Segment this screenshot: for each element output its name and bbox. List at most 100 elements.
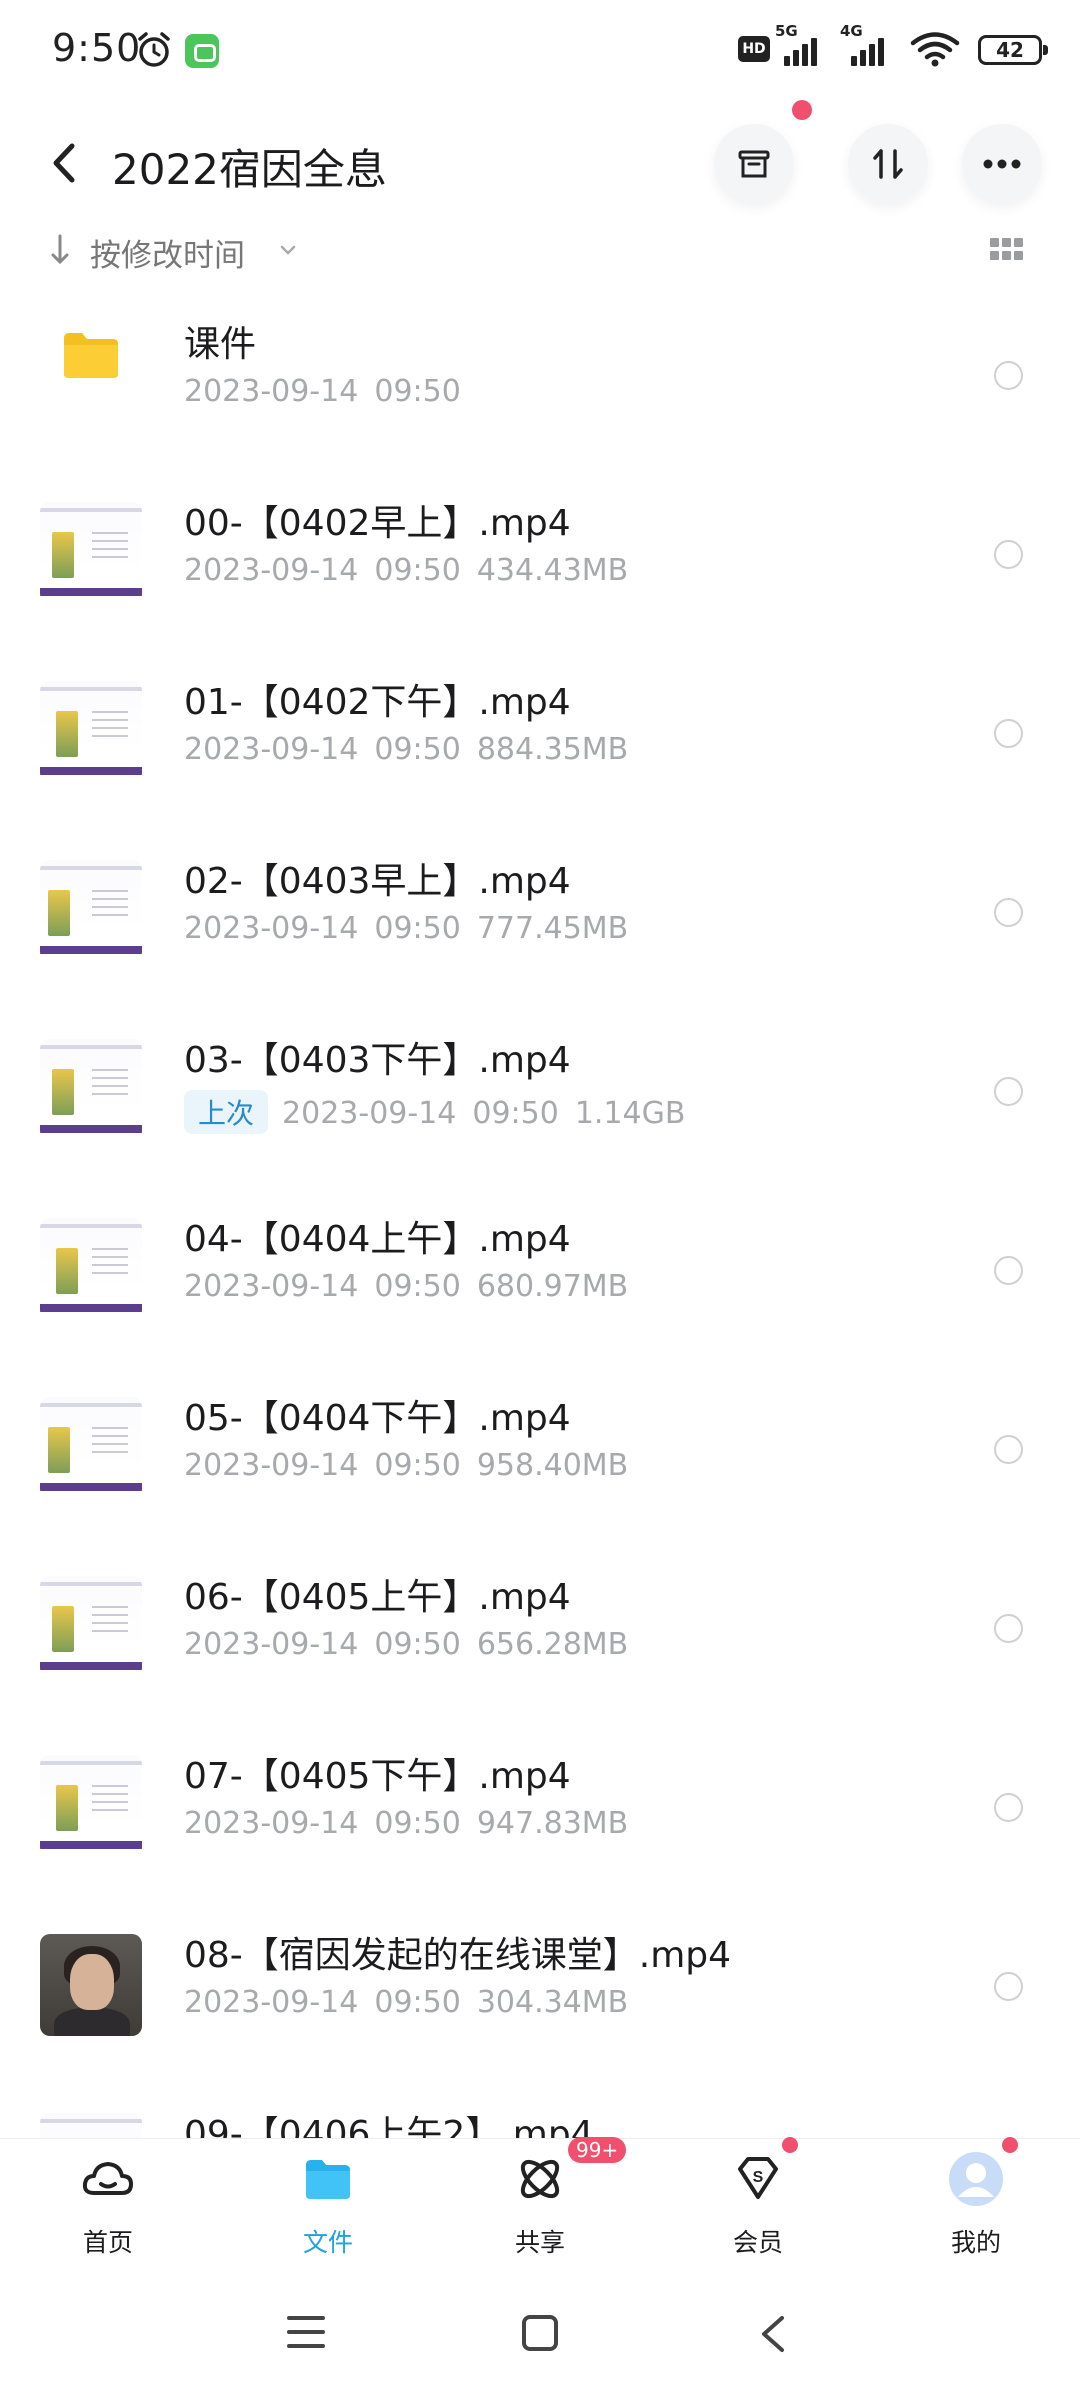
last-played-badge: 上次 — [184, 1090, 269, 1134]
file-row[interactable]: 03-【0403下午】.mp4 上次 2023-09-14 09:50 1.14GB — [0, 1006, 1080, 1185]
file-date: 2023-09-14 — [184, 374, 359, 409]
select-checkbox[interactable] — [994, 1077, 1023, 1106]
select-checkbox[interactable] — [994, 719, 1023, 748]
file-name: 04-【0404上午】.mp4 — [184, 1219, 571, 1260]
header: 2022宿因全息 — [0, 100, 1080, 220]
file-meta: 2023-09-14 09:50 884.35MB — [184, 732, 644, 767]
file-row[interactable]: 04-【0404上午】.mp4 2023-09-14 09:50 680.97MB — [0, 1185, 1080, 1364]
file-size: 680.97MB — [476, 1269, 629, 1304]
file-time: 09:50 — [374, 553, 461, 588]
nav-files[interactable]: 文件 — [250, 2139, 400, 2269]
more-button[interactable] — [962, 124, 1042, 204]
file-name: 00-【0402早上】.mp4 — [184, 503, 571, 544]
back-arrow-icon[interactable] — [44, 138, 84, 188]
file-date: 2023-09-14 — [184, 732, 359, 767]
video-thumbnail — [40, 1934, 142, 2036]
file-row[interactable]: 02-【0403早上】.mp4 2023-09-14 09:50 777.45MB — [0, 827, 1080, 1006]
nav-member[interactable]: S 会员 — [680, 2137, 830, 2269]
sort-label[interactable]: 按修改时间 — [90, 230, 245, 275]
file-name: 03-【0403下午】.mp4 — [184, 1040, 571, 1081]
file-meta: 2023-09-14 09:50 777.45MB — [184, 911, 644, 946]
select-checkbox[interactable] — [994, 1256, 1023, 1285]
video-thumbnail — [40, 1218, 142, 1320]
select-checkbox[interactable] — [994, 898, 1023, 927]
file-row[interactable]: 课件 2023-09-14 09:50 — [0, 290, 1080, 469]
file-row[interactable]: 01-【0402下午】.mp4 2023-09-14 09:50 884.35MB — [0, 648, 1080, 827]
file-meta: 2023-09-14 09:50 — [184, 374, 477, 409]
file-row[interactable]: 07-【0405下午】.mp4 2023-09-14 09:50 947.83MB — [0, 1722, 1080, 1901]
file-meta: 2023-09-14 09:50 680.97MB — [184, 1269, 644, 1304]
mine-notification-dot — [1002, 2137, 1018, 2153]
file-date: 2023-09-14 — [184, 553, 359, 588]
status-time: 9:50 — [52, 26, 142, 70]
file-size: 958.40MB — [476, 1448, 629, 1483]
file-date: 2023-09-14 — [184, 1985, 359, 2020]
archive-box-icon — [738, 150, 770, 178]
file-time: 09:50 — [374, 374, 461, 409]
transfer-arrows-icon — [873, 149, 903, 179]
file-size: 304.34MB — [476, 1985, 629, 2020]
file-name: 08-【宿因发起的在线课堂】.mp4 — [184, 1935, 732, 1976]
archive-button[interactable] — [714, 124, 794, 204]
back-triangle-icon[interactable] — [758, 2314, 788, 2354]
file-date: 2023-09-14 — [184, 1806, 359, 1841]
file-date: 2023-09-14 — [184, 1448, 359, 1483]
select-checkbox[interactable] — [994, 1435, 1023, 1464]
file-time: 09:50 — [374, 1448, 461, 1483]
svg-text:S: S — [753, 2169, 764, 2186]
video-thumbnail — [40, 860, 142, 962]
select-checkbox[interactable] — [994, 1972, 1023, 2001]
cloud-home-icon — [82, 2162, 133, 2195]
select-checkbox[interactable] — [994, 1793, 1023, 1822]
file-meta: 2023-09-14 09:50 304.34MB — [184, 1985, 644, 2020]
file-name: 07-【0405下午】.mp4 — [184, 1756, 571, 1797]
file-name: 02-【0403早上】.mp4 — [184, 861, 571, 902]
select-checkbox[interactable] — [994, 1614, 1023, 1643]
alarm-clock-icon — [138, 32, 170, 67]
file-size: 884.35MB — [476, 732, 629, 767]
signal-5g-icon — [778, 36, 822, 66]
menu-icon[interactable] — [286, 2314, 326, 2350]
video-thumbnail — [40, 2113, 142, 2140]
nav-home-label: 首页 — [82, 2228, 133, 2257]
file-name: 课件 — [184, 324, 257, 365]
video-thumbnail — [40, 502, 142, 604]
folder-files-icon — [306, 2160, 350, 2199]
file-name: 05-【0404下午】.mp4 — [184, 1398, 571, 1439]
file-size: 434.43MB — [476, 553, 629, 588]
file-time: 09:50 — [374, 1627, 461, 1662]
video-thumbnail — [40, 1039, 142, 1141]
nav-member-label: 会员 — [732, 2228, 783, 2257]
sort-bar[interactable]: 按修改时间 — [0, 220, 1080, 290]
battery-indicator: 42 — [978, 35, 1048, 65]
grid-view-icon[interactable] — [990, 238, 1024, 264]
nav-share[interactable]: 99+ 共享 — [462, 2137, 627, 2269]
nav-home[interactable]: 首页 — [30, 2139, 180, 2269]
file-row[interactable]: 08-【宿因发起的在线课堂】.mp4 2023-09-14 09:50 304.34M… — [0, 1901, 1080, 2080]
nav-share-label: 共享 — [514, 2228, 565, 2257]
nav-files-label: 文件 — [302, 2228, 353, 2257]
video-thumbnail — [40, 1755, 142, 1857]
home-square-icon[interactable] — [520, 2314, 560, 2354]
nav-mine[interactable]: 我的 — [898, 2137, 1048, 2269]
file-size: 777.45MB — [476, 911, 629, 946]
file-name: 06-【0405上午】.mp4 — [184, 1577, 571, 1618]
file-date: 2023-09-14 — [184, 911, 359, 946]
video-thumbnail — [40, 1397, 142, 1499]
page-title: 2022宿因全息 — [112, 145, 387, 194]
file-name: 09-【0406上午2】.mp4 — [184, 2114, 594, 2140]
select-checkbox[interactable] — [994, 361, 1023, 390]
file-row[interactable]: 00-【0402早上】.mp4 2023-09-14 09:50 434.43MB — [0, 469, 1080, 648]
file-time: 09:50 — [374, 911, 461, 946]
select-checkbox[interactable] — [994, 540, 1023, 569]
file-row[interactable]: 06-【0405上午】.mp4 2023-09-14 09:50 656.28MB — [0, 1543, 1080, 1722]
file-meta: 2023-09-14 09:50 434.43MB — [184, 553, 644, 588]
more-dots-icon — [983, 159, 1021, 169]
file-date: 2023-09-14 — [184, 1627, 359, 1662]
wifi-icon — [910, 32, 960, 67]
folder-icon — [64, 333, 118, 378]
file-date: 2023-09-14 — [184, 1269, 359, 1304]
file-row[interactable]: 05-【0404下午】.mp4 2023-09-14 09:50 958.40MB — [0, 1364, 1080, 1543]
transfer-button[interactable] — [848, 124, 928, 204]
file-row[interactable]: 09-【0406上午2】.mp4 — [0, 2080, 1080, 2140]
